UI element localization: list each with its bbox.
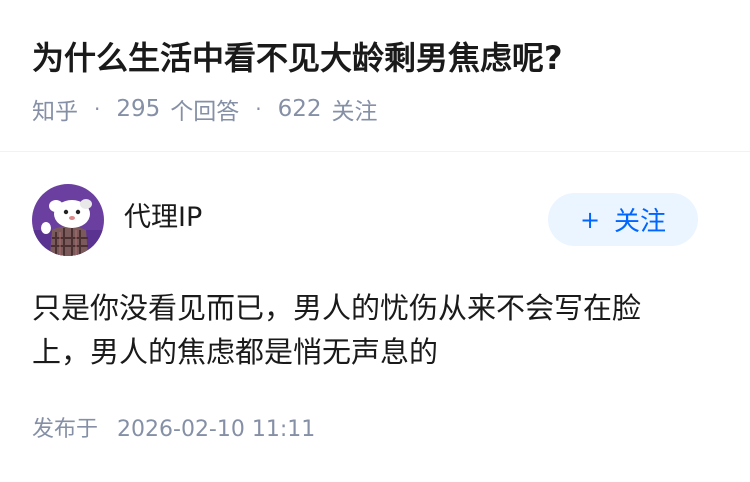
avatar-icon	[32, 184, 104, 256]
answer-count: 295	[116, 96, 161, 122]
plus-icon: +	[579, 205, 601, 234]
answer-count-label: 个回答	[170, 99, 240, 125]
publish-time: 2026-02-10 11:11	[117, 417, 316, 442]
follow-count-label: 关注	[331, 99, 378, 125]
source-label: 知乎	[32, 99, 78, 125]
author-name[interactable]: 代理IP	[124, 200, 202, 236]
question-meta: 知乎 · 295 个回答 · 622 关注	[32, 92, 378, 126]
question-header: 为什么生活中看不见大龄剩男焦虑呢? 知乎 · 295 个回答 · 622 关注	[0, 0, 750, 152]
meta-separator: ·	[94, 97, 101, 121]
meta-separator: ·	[255, 97, 262, 121]
publish-info: 发布于 2026-02-10 11:11	[32, 414, 315, 446]
follow-count: 622	[277, 96, 322, 122]
avatar[interactable]	[32, 184, 104, 256]
header-divider	[0, 151, 750, 152]
question-title[interactable]: 为什么生活中看不见大龄剩男焦虑呢?	[32, 34, 563, 82]
answer-page: 为什么生活中看不见大龄剩男焦虑呢? 知乎 · 295 个回答 · 622 关注	[0, 0, 750, 482]
answer-content[interactable]: 只是你没看见而已，男人的忧伤从来不会写在脸上，男人的焦虑都是悄无声息的	[32, 286, 692, 374]
follow-button-label: 关注	[614, 207, 667, 237]
follow-button[interactable]: + 关注	[548, 193, 698, 246]
publish-label: 发布于	[32, 417, 99, 442]
